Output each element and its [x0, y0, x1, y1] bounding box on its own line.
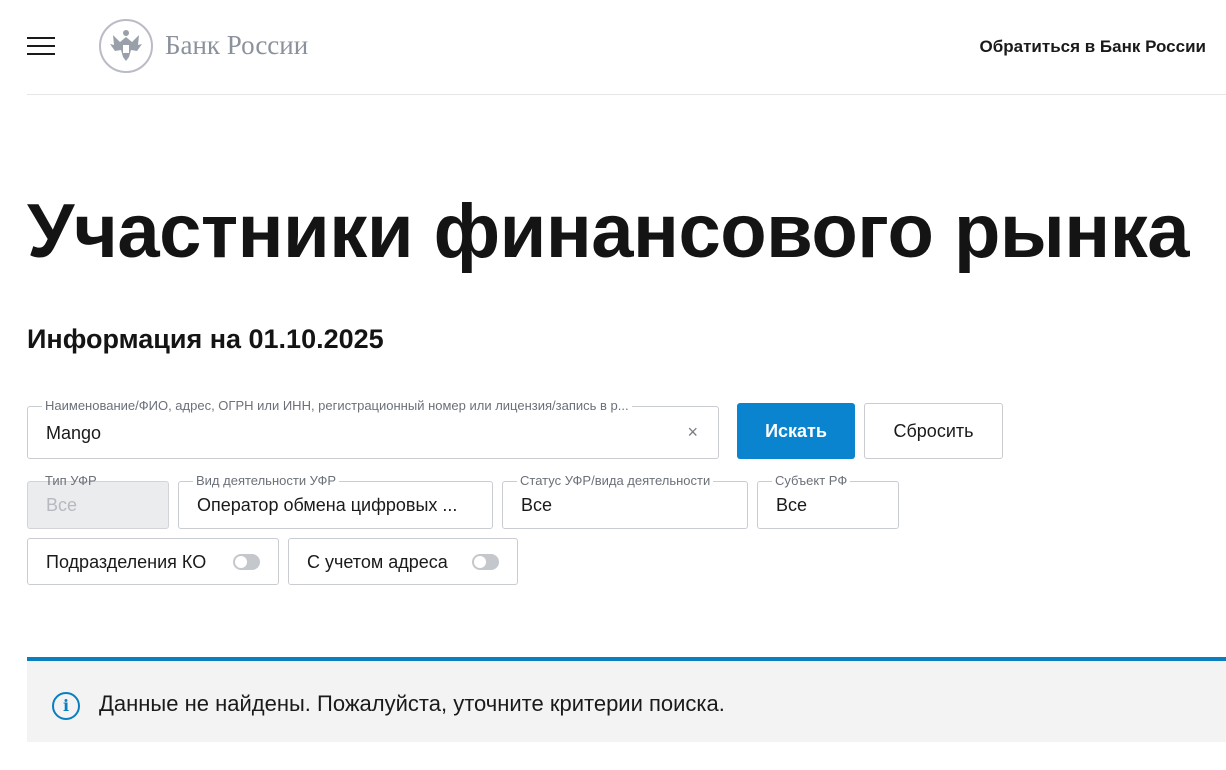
with-address-label: С учетом адреса [307, 552, 448, 572]
clear-icon[interactable]: × [687, 422, 698, 443]
subject-select[interactable]: Субъект РФ Все [757, 473, 899, 529]
status-select[interactable]: Статус УФР/вида деятельности Все [502, 473, 748, 529]
type-select-label: Тип УФР [45, 473, 97, 488]
ko-divisions-filter[interactable]: Подразделения КО [27, 538, 279, 585]
activity-select-value: Оператор обмена цифровых ... [197, 495, 458, 515]
subject-select-value: Все [776, 495, 808, 515]
search-button[interactable]: Искать [737, 403, 855, 459]
bank-logo-text[interactable]: Банк России [165, 30, 308, 61]
search-input[interactable]: Mango [46, 423, 101, 444]
toggle-knob [235, 556, 247, 568]
type-select-value: Все [46, 495, 78, 515]
ko-divisions-label: Подразделения КО [46, 552, 207, 572]
page-title: Участники финансового рынка [27, 189, 1190, 274]
bank-emblem-icon[interactable] [99, 19, 153, 73]
search-field[interactable]: Наименование/ФИО, адрес, ОГРН или ИНН, р… [27, 398, 719, 459]
menu-icon[interactable] [27, 37, 55, 55]
activity-select-label: Вид деятельности УФР [193, 473, 340, 489]
reset-button[interactable]: Сбросить [864, 403, 1003, 459]
activity-select[interactable]: Вид деятельности УФР Оператор обмена циф… [178, 473, 493, 529]
status-select-label: Статус УФР/вида деятельности [517, 473, 714, 489]
info-icon: i [52, 692, 80, 720]
subject-select-label: Субъект РФ [772, 473, 851, 489]
site-header: Банк России Обратиться в Банк России [27, 0, 1226, 95]
with-address-toggle[interactable] [472, 554, 499, 570]
with-address-filter[interactable]: С учетом адреса [288, 538, 518, 585]
contact-bank-link[interactable]: Обратиться в Банк России [980, 37, 1206, 57]
ko-divisions-toggle[interactable] [233, 554, 260, 570]
status-select-value: Все [521, 495, 553, 515]
toggle-knob [474, 556, 486, 568]
no-results-alert: i Данные не найдены. Пожалуйста, уточнит… [27, 657, 1226, 742]
type-select[interactable]: Тип УФР Все [27, 473, 169, 529]
alert-message: Данные не найдены. Пожалуйста, уточните … [99, 691, 725, 716]
search-field-label: Наименование/ФИО, адрес, ОГРН или ИНН, р… [42, 398, 632, 414]
info-date-heading: Информация на 01.10.2025 [27, 324, 384, 354]
